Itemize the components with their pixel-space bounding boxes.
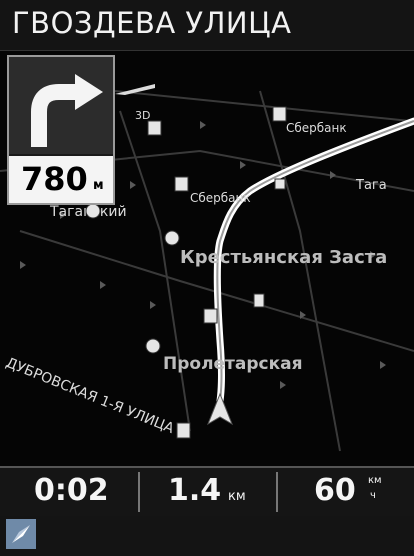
bank-icon[interactable] [174, 176, 189, 192]
station-label-proletarskaya: Пролетарская [163, 354, 303, 374]
metro-icon[interactable] [85, 203, 101, 219]
distance-remaining-unit: км [228, 489, 246, 504]
bank-icon[interactable] [147, 120, 162, 136]
time-remaining-cell[interactable]: 0:02 [0, 468, 138, 516]
area-label-taganka: Тага [355, 178, 387, 193]
turn-distance-value: 780 [21, 160, 88, 198]
speed-value: 60 [314, 473, 356, 508]
metro-icon[interactable] [164, 230, 180, 246]
poi-label-sberbank: Сбербанк [286, 121, 347, 135]
speed-unit-top: км [368, 475, 382, 486]
bank-icon[interactable] [272, 106, 287, 122]
navigation-app: ГВОЗДЕВА УЛИЦА 3D Сбербанк Сбербанк Тага… [0, 0, 414, 556]
poi-label-sberbank-2: Сбербанк [190, 191, 251, 205]
speed-cell[interactable]: 60 км ч [278, 468, 414, 516]
bank-icon[interactable] [274, 178, 286, 190]
bank-icon[interactable] [253, 293, 265, 308]
turn-distance-unit: м [93, 178, 104, 193]
distance-remaining-value: 1.4 [168, 473, 222, 508]
distance-remaining-cell[interactable]: 1.4 км [140, 468, 276, 516]
trip-info-bar: 0:02 1.4 км 60 км ч [0, 466, 414, 518]
compass-button[interactable] [6, 519, 36, 549]
view-3d-label: 3D [135, 109, 150, 122]
bank-icon[interactable] [203, 308, 218, 324]
turn-arrow-box [9, 57, 113, 154]
current-street-bar: ГВОЗДЕВА УЛИЦА [0, 0, 414, 51]
station-label-krestyanskaya: Крестьянская Заста [180, 247, 387, 268]
turn-right-arrow-icon [31, 74, 103, 147]
next-turn-panel: 780 м [7, 55, 115, 205]
bank-icon[interactable] [176, 422, 191, 439]
status-strip [0, 516, 414, 556]
turn-distance-box: 780 м [9, 156, 113, 203]
metro-icon[interactable] [145, 338, 161, 354]
speed-unit-bottom: ч [370, 490, 376, 501]
time-remaining-value: 0:02 [34, 473, 109, 508]
compass-icon [12, 525, 30, 543]
current-street-name: ГВОЗДЕВА УЛИЦА [12, 6, 292, 40]
